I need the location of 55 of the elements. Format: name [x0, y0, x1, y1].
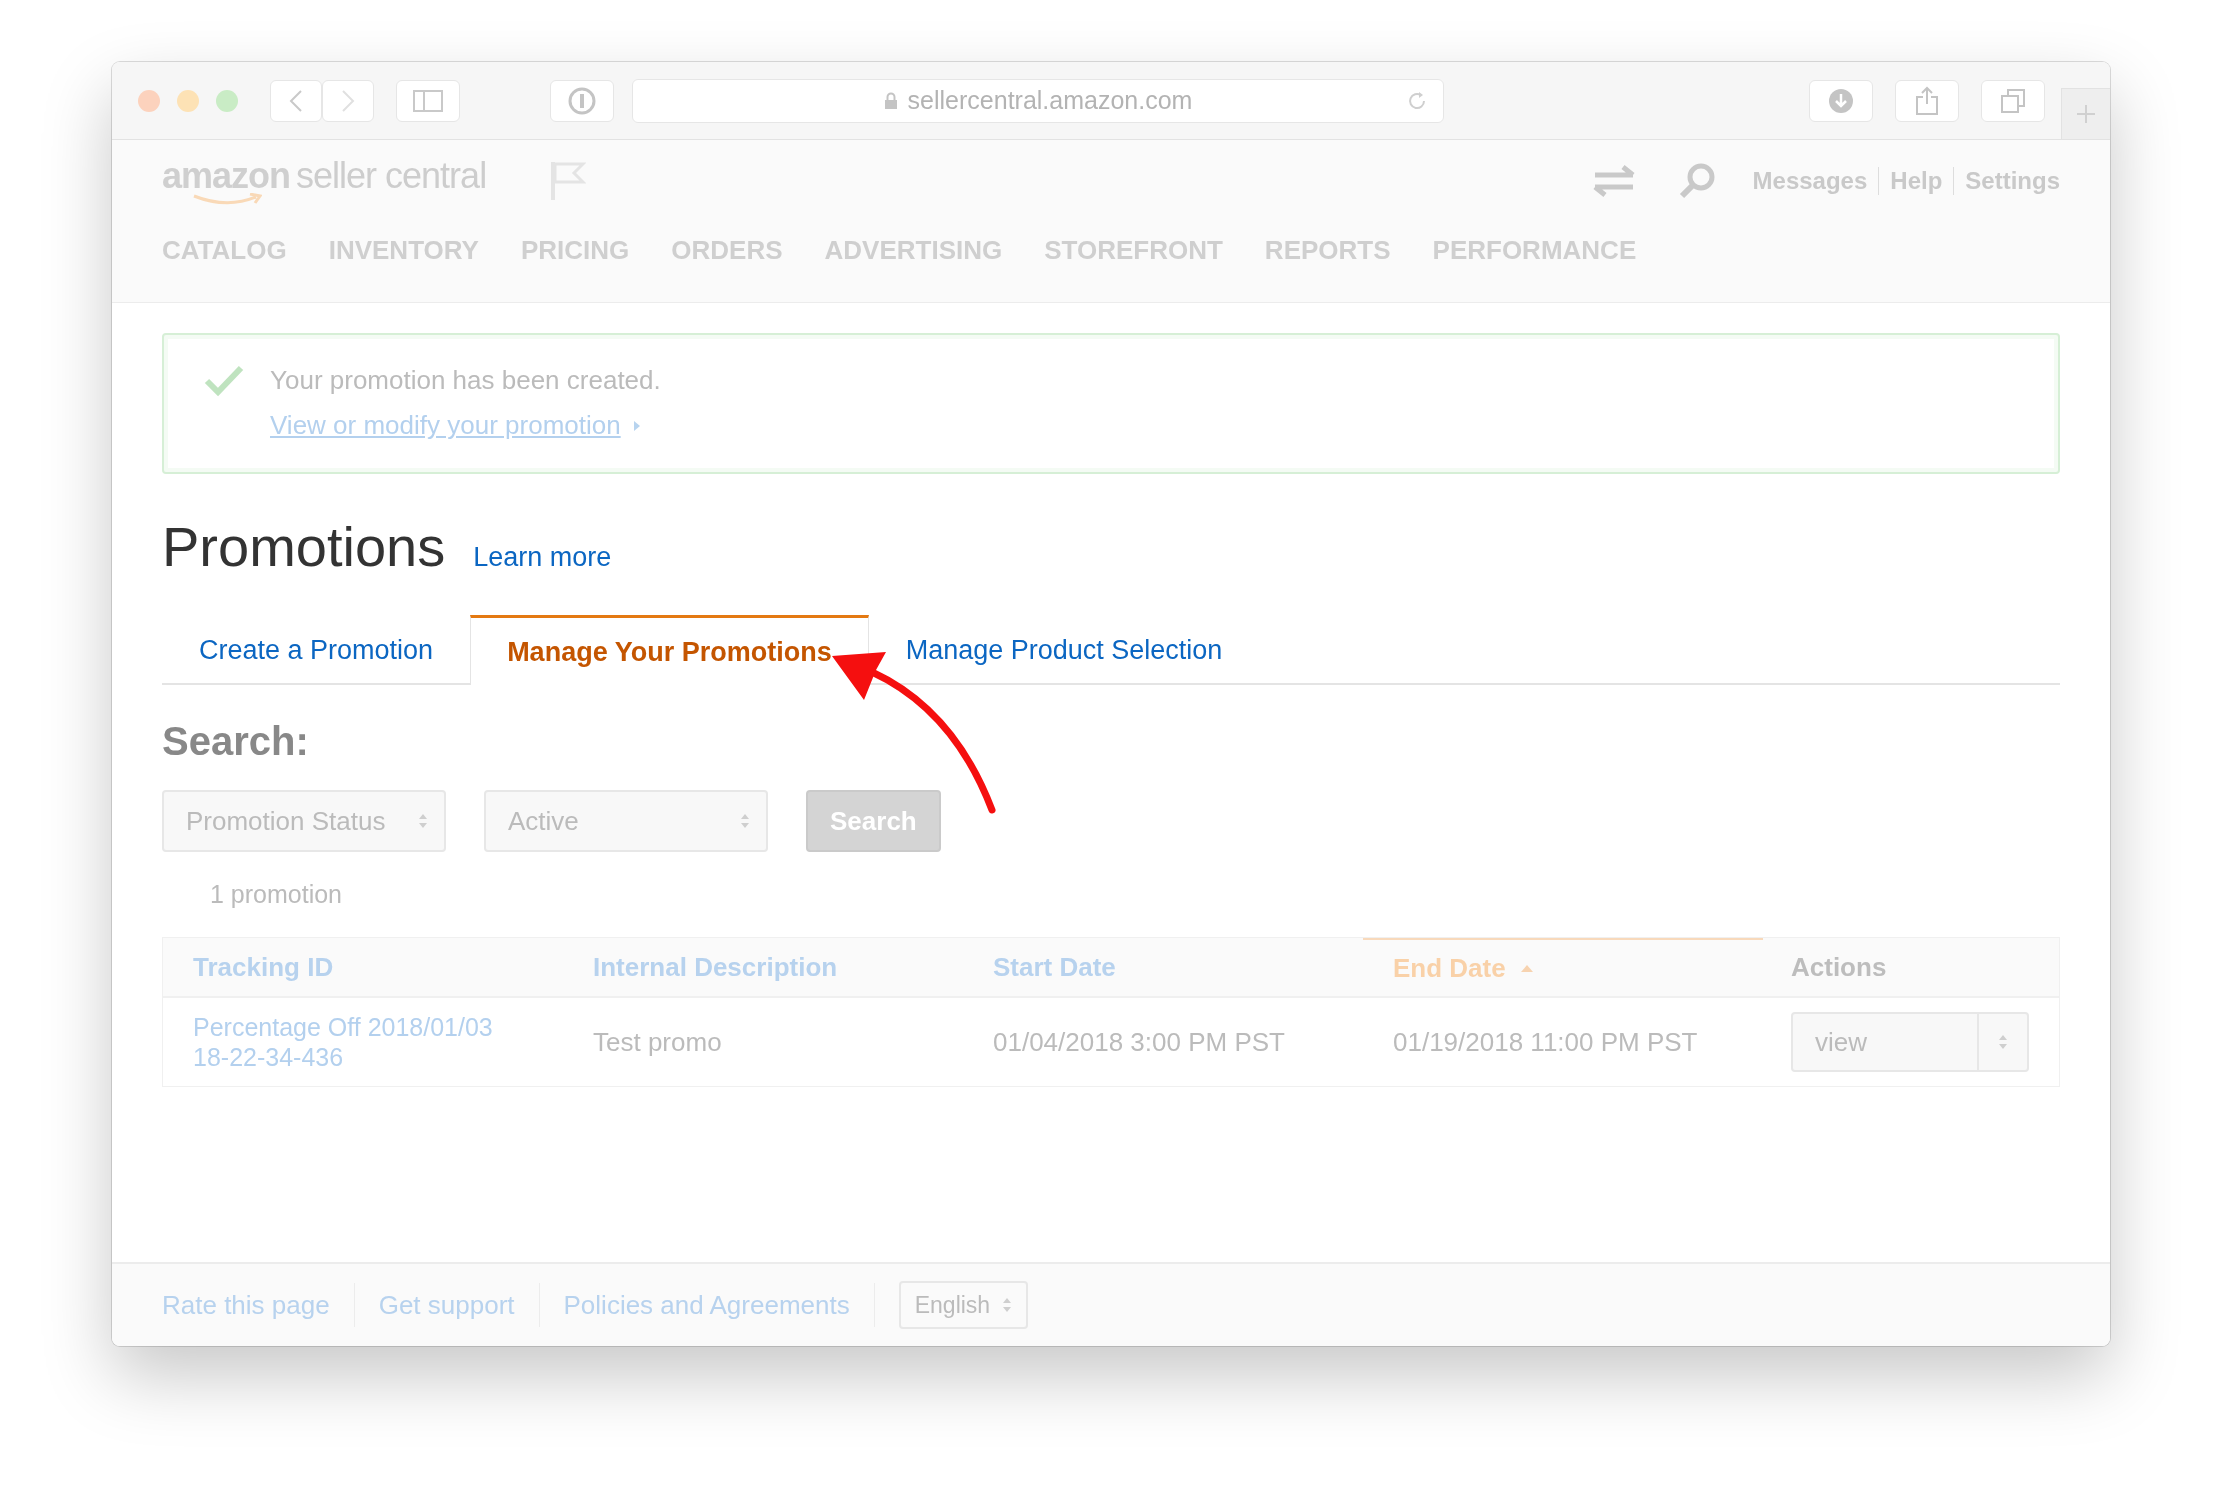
table-cell-text: 01/19/2018 11:00 PM PST: [1392, 1025, 1699, 1059]
table-cell-text: 01/04/2018 3:00 PM PST: [992, 1025, 1286, 1059]
tabs-icon: [2000, 87, 2026, 114]
footer-link[interactable]: Rate this page: [162, 1289, 330, 1321]
tab[interactable]: Create a Promotion: [162, 615, 471, 685]
sidebar-icon: [413, 89, 443, 112]
column-header[interactable]: Internal Description: [563, 938, 963, 996]
page-title: Promotions: [162, 514, 446, 579]
tabs-button[interactable]: [1981, 79, 2045, 122]
success-message: Your promotion has been created.: [270, 365, 661, 396]
learn-more-link[interactable]: Learn more: [473, 542, 612, 573]
forward-button[interactable]: [322, 79, 374, 122]
swap-icon[interactable]: [1592, 165, 1635, 197]
updown-icon: [740, 813, 750, 829]
back-icon: [289, 88, 303, 113]
filter-dropdown[interactable]: Active: [484, 790, 768, 852]
action-dropdown[interactable]: view: [1791, 1012, 2029, 1072]
tab[interactable]: Manage Product Selection: [868, 615, 1260, 685]
column-header: Actions: [1790, 950, 1888, 984]
column-header[interactable]: Tracking ID: [163, 938, 563, 996]
download-icon: [1828, 87, 1854, 114]
updown-icon: [1002, 1297, 1013, 1313]
modify-promotion-link[interactable]: View or modify your promotion: [270, 410, 621, 441]
footer-link[interactable]: Get support: [378, 1289, 515, 1321]
footer-link[interactable]: Policies and Agreements: [563, 1289, 850, 1321]
filter-dropdown[interactable]: Promotion Status: [162, 790, 446, 852]
lock-icon: [883, 91, 898, 110]
table-cell-text: Test promo: [592, 1025, 723, 1059]
caret-icon: [632, 419, 641, 432]
updown-icon: [418, 813, 428, 829]
language-dropdown[interactable]: English: [898, 1281, 1029, 1329]
share-icon: [1915, 85, 1939, 116]
result-count: 1 promotion: [210, 880, 344, 909]
checkmark-icon: [204, 365, 244, 397]
back-button[interactable]: [270, 79, 322, 122]
close-button[interactable]: [138, 89, 160, 112]
address-bar[interactable]: sellercentral.amazon.com: [632, 78, 1444, 123]
new-tab-button[interactable]: [2061, 88, 2110, 139]
minimize-button[interactable]: [177, 89, 199, 112]
table-cell[interactable]: Percentage Off 2018/01/03 18-22-34-436: [163, 998, 563, 1086]
zoom-button[interactable]: [216, 89, 238, 112]
sidebar-button[interactable]: [396, 79, 460, 122]
url-text: sellercentral.amazon.com: [907, 86, 1193, 115]
column-header[interactable]: Start Date: [963, 938, 1363, 996]
forward-icon: [341, 88, 355, 113]
share-button[interactable]: [1895, 79, 1959, 122]
smile-icon: [192, 193, 262, 207]
search-heading: Search:: [162, 719, 310, 764]
sort-ascending-icon: [1519, 963, 1534, 973]
download-button[interactable]: [1809, 79, 1873, 122]
tab[interactable]: Manage Your Promotions: [470, 615, 869, 685]
updown-icon: [1998, 1034, 2008, 1050]
column-header[interactable]: End Date: [1363, 938, 1763, 996]
search-icon[interactable]: [1678, 162, 1717, 200]
plus-icon: [2076, 104, 2096, 124]
